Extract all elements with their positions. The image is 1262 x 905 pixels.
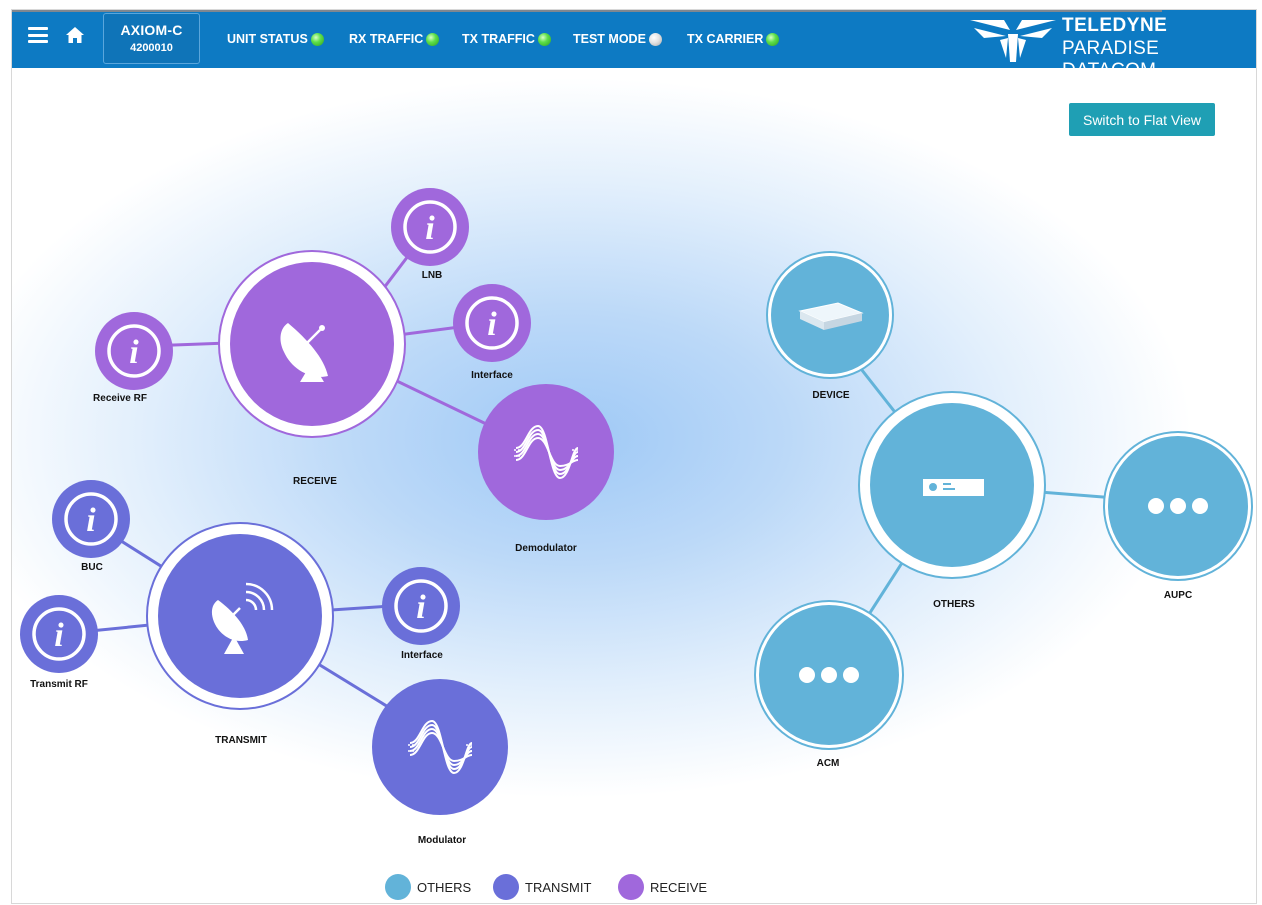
legend-item-receive: RECEIVE — [618, 874, 707, 900]
node-label: Receive RF — [93, 393, 147, 404]
topology-graph: i — [20, 188, 1253, 846]
legend-label: OTHERS — [417, 879, 472, 895]
node-label: DEVICE — [812, 390, 850, 401]
rx-interface-node[interactable]: Interface — [453, 284, 531, 381]
lnb-node[interactable]: LNB — [391, 188, 469, 281]
device-unit-icon — [923, 479, 984, 496]
node-label: LNB — [422, 270, 443, 281]
node-label: BUC — [81, 562, 103, 573]
legend-item-others: OTHERS — [385, 874, 471, 900]
transmit-node[interactable]: TRANSMIT — [146, 522, 334, 746]
legend-item-transmit: TRANSMIT — [493, 874, 591, 900]
receive-node[interactable]: RECEIVE — [218, 250, 406, 487]
node-label: Transmit RF — [30, 679, 88, 690]
legend-label: TRANSMIT — [525, 879, 592, 895]
node-label: Interface — [401, 650, 443, 661]
legend-label: RECEIVE — [650, 879, 708, 895]
legend-swatch — [493, 874, 519, 900]
legend-swatch — [385, 874, 411, 900]
node-label: RECEIVE — [293, 476, 337, 487]
legend-swatch — [618, 874, 644, 900]
device-node[interactable]: DEVICE — [766, 251, 894, 401]
tx-interface-node[interactable]: Interface — [382, 567, 460, 661]
node-label: ACM — [817, 758, 840, 769]
node-label: OTHERS — [933, 599, 975, 610]
node-label: Modulator — [418, 835, 466, 846]
switch-to-flat-view-button[interactable]: Switch to Flat View — [1069, 103, 1215, 136]
modulator-node[interactable]: Modulator — [372, 679, 508, 846]
node-label: Demodulator — [515, 543, 577, 554]
node-label: TRANSMIT — [215, 735, 267, 746]
node-label: Interface — [471, 370, 513, 381]
aupc-node[interactable]: AUPC — [1103, 431, 1253, 601]
acm-node[interactable]: ACM — [754, 600, 904, 769]
buc-node[interactable]: BUC — [52, 480, 130, 573]
more-icon — [799, 667, 859, 683]
receive-rf-node[interactable]: Receive RF — [93, 312, 173, 404]
others-node[interactable]: OTHERS — [858, 391, 1046, 610]
node-label: AUPC — [1164, 590, 1192, 601]
more-icon — [1148, 498, 1208, 514]
app-frame: AXIOM-C 4200010 UNIT STATUS RX TRAFFIC T… — [11, 9, 1257, 904]
transmit-rf-node[interactable]: Transmit RF — [20, 595, 98, 690]
demodulator-node[interactable]: Demodulator — [478, 384, 614, 554]
